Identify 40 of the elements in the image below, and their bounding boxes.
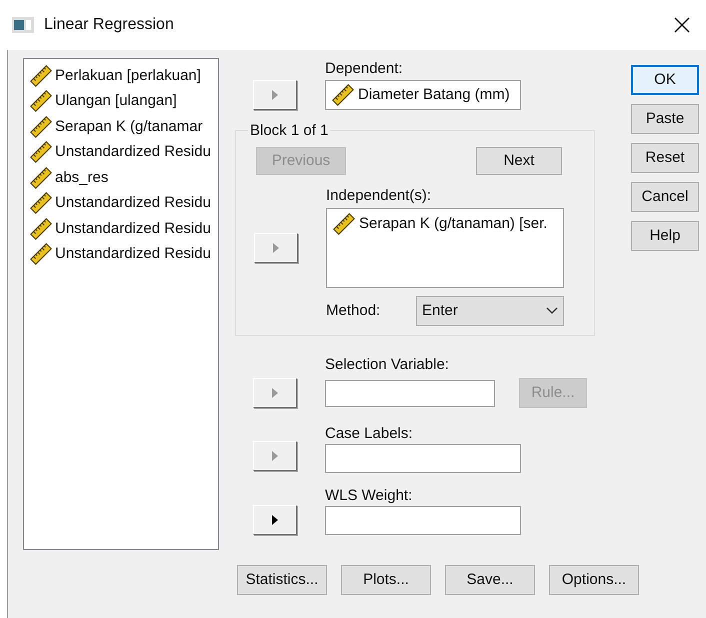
dialog-button[interactable]: Paste <box>631 104 699 134</box>
dialog-button[interactable]: Plots... <box>341 565 431 595</box>
field-label: Dependent: <box>325 59 404 79</box>
variable-item[interactable]: abs_res <box>30 165 218 190</box>
triangle-right-icon <box>272 451 278 461</box>
dialog-button[interactable]: Options... <box>549 565 639 595</box>
variable-item[interactable]: Unstandardized Residu <box>30 216 218 242</box>
app-icon <box>12 17 34 33</box>
field-label: Case Labels: <box>325 424 414 444</box>
field-label: WLS Weight: <box>325 486 414 506</box>
move-arrow-button[interactable] <box>253 505 297 535</box>
variable-item[interactable]: Unstandardized Residu <box>30 242 218 267</box>
selection-variable-field[interactable] <box>325 380 495 406</box>
chevron-down-icon <box>546 307 558 315</box>
window-title: Linear Regression <box>44 15 174 35</box>
dialog-button[interactable]: Reset <box>631 143 699 173</box>
dependent-field[interactable]: Diameter Batang (mm) <box>325 80 521 110</box>
dialog-button[interactable]: Help <box>631 221 699 251</box>
dialog-button[interactable]: Statistics... <box>237 565 327 595</box>
triangle-right-icon <box>272 388 278 398</box>
field-label: Independent(s): <box>326 186 432 206</box>
variable-item[interactable]: Unstandardized Residu <box>30 190 218 216</box>
dialog-button[interactable]: Cancel <box>631 182 699 212</box>
variable-item[interactable]: Ulangan [ulangan] <box>30 88 218 114</box>
method-dropdown[interactable]: Enter <box>416 296 564 326</box>
method-label: Method: <box>326 300 382 321</box>
wls-weight-field[interactable] <box>325 506 521 535</box>
triangle-right-icon <box>272 515 278 525</box>
dialog-button[interactable]: OK <box>631 65 699 95</box>
next-button[interactable]: Next <box>476 147 562 175</box>
variable-item[interactable]: Unstandardized Residu <box>30 140 218 165</box>
triangle-right-icon <box>273 243 279 253</box>
case-labels-field[interactable] <box>325 444 521 473</box>
independent-item[interactable]: Serapan K (g/tanaman) [ser. <box>333 213 563 236</box>
variable-item[interactable]: Serapan K (g/tanamar <box>30 114 218 140</box>
triangle-right-icon <box>272 90 278 100</box>
field-label: Selection Variable: <box>325 355 450 375</box>
close-icon <box>674 17 690 33</box>
dialog-button[interactable]: Save... <box>445 565 535 595</box>
variable-item[interactable]: Perlakuan [perlakuan] <box>30 63 218 88</box>
